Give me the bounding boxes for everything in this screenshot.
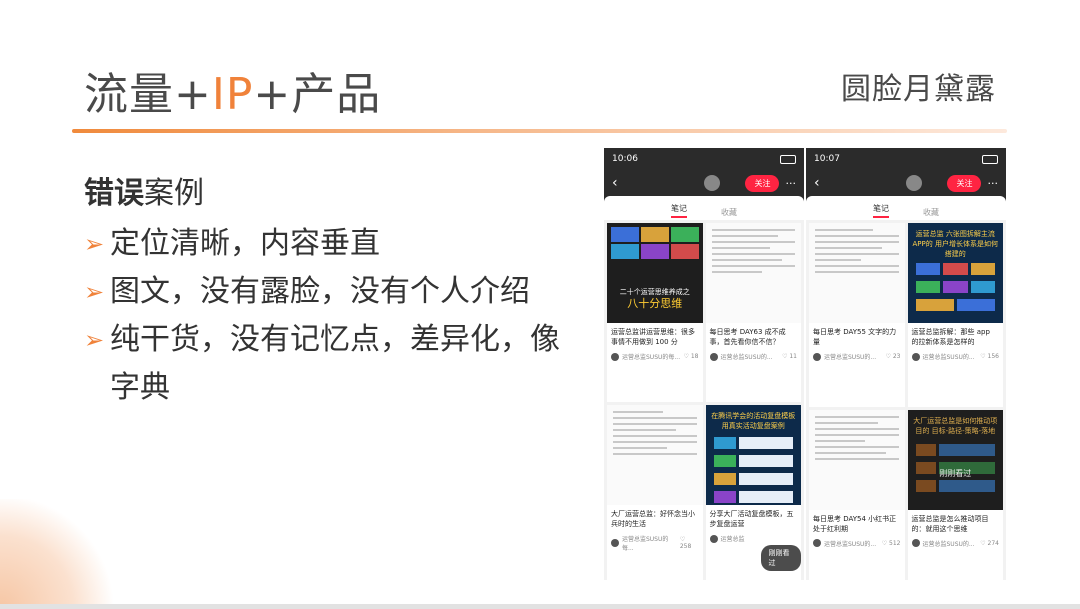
bottom-bar (0, 604, 1080, 609)
tab-notes[interactable]: 笔记 (873, 203, 889, 218)
note-cover (607, 405, 703, 505)
arrow-icon: ➢ (84, 278, 105, 306)
note-card[interactable]: 每日思考 DAY55 文字的力量 运营总监SUSU的... ♡ 23 (809, 223, 905, 407)
avatar (911, 539, 920, 547)
corner-decoration-bottom-left (0, 499, 120, 609)
note-card[interactable]: 每日思考 DAY54 小红书正处于红利期 运营总监SUSU的... ♡ 512 (809, 409, 905, 580)
notes-grid: 二十个运营思维养成之 八十分思维 运营总监讲运营思维：很多事情不用做到 100 … (604, 220, 804, 580)
note-cover (705, 223, 801, 323)
back-icon[interactable]: ‹ (814, 175, 820, 191)
author-name: 圆脸月黛露 (841, 72, 996, 107)
bullet-item: ➢ 图文，没有露脸，没有个人介绍 (84, 268, 574, 316)
title-divider (72, 129, 1007, 133)
phone-screenshot-2: 10:07 ‹ 关注 ··· 笔记 收藏 每日思考 DAY55 文字的力量 运营… (806, 148, 1006, 580)
profile-tabs: 笔记 收藏 (806, 196, 1006, 220)
back-icon[interactable]: ‹ (612, 175, 618, 191)
title-accent: IP (211, 69, 254, 120)
avatar (813, 352, 821, 361)
note-cover: 运营总监 六张图拆解主流APP的 用户增长体系是如何搭建的 (907, 223, 1003, 323)
bullet-list: ➢ 定位清晰，内容垂直 ➢ 图文，没有露脸，没有个人介绍 ➢ 纯干货，没有记忆点，差异… (84, 220, 574, 412)
arrow-icon: ➢ (84, 326, 105, 354)
avatar[interactable] (703, 175, 720, 191)
avatar[interactable] (905, 175, 922, 191)
status-bar: 10:07 (806, 148, 1006, 170)
battery-icon (780, 154, 796, 164)
profile-tabs: 笔记 收藏 (604, 196, 804, 220)
battery-icon (982, 154, 998, 164)
recently-viewed-badge[interactable]: 刚刚看过 (760, 545, 801, 571)
note-cover: 大厂运营总监是如何推动项目的 目标-路径-策略-落地 刚刚看过 (907, 409, 1003, 510)
status-bar: 10:06 (604, 148, 804, 170)
bullet-item: ➢ 纯干货，没有记忆点，差异化，像字典 (84, 316, 574, 412)
avatar (813, 539, 821, 547)
follow-button[interactable]: 关注 (947, 174, 982, 192)
profile-navbar: ‹ 关注 ··· (806, 170, 1006, 196)
note-card[interactable]: 二十个运营思维养成之 八十分思维 运营总监讲运营思维：很多事情不用做到 100 … (607, 223, 703, 402)
more-icon[interactable]: ··· (987, 177, 998, 190)
note-cover (809, 223, 905, 323)
note-card[interactable]: 在腾讯学会的活动复盘模板 用真实活动复盘案例 分享大厂活动复盘模板，五步复盘运营… (705, 405, 801, 580)
tab-notes[interactable]: 笔记 (671, 203, 687, 218)
bullet-item: ➢ 定位清晰，内容垂直 (84, 220, 574, 268)
note-cover: 二十个运营思维养成之 八十分思维 (607, 223, 703, 323)
notes-grid: 每日思考 DAY55 文字的力量 运营总监SUSU的... ♡ 23 运营总监 六… (806, 220, 1006, 580)
note-card[interactable]: 大厂运营总监：好怀念当小兵时的生活 运营总监SUSU的每... ♡ 258 (607, 405, 703, 580)
follow-button[interactable]: 关注 (745, 174, 780, 192)
profile-navbar: ‹ 关注 ··· (604, 170, 804, 196)
recently-viewed-overlay: 刚刚看过 (939, 468, 972, 478)
tab-collections[interactable]: 收藏 (923, 207, 939, 218)
slide-title: 流量+IP+产品 (84, 69, 382, 120)
arrow-icon: ➢ (84, 230, 105, 258)
note-cover: 在腾讯学会的活动复盘模板 用真实活动复盘案例 (705, 405, 801, 505)
avatar (611, 539, 619, 547)
avatar (709, 352, 718, 361)
avatar (611, 352, 619, 361)
phone-screenshot-1: 10:06 ‹ 关注 ··· 笔记 收藏 二十个运营思维养成之 八十分思维 运营… (604, 148, 804, 580)
section-heading: 错误案例 (84, 176, 204, 211)
avatar (911, 352, 920, 361)
tab-collections[interactable]: 收藏 (721, 207, 737, 218)
note-card[interactable]: 每日思考 DAY63 成不成事，首先看你信不信？ 运营总监SUSU的... ♡ 1… (705, 223, 801, 402)
avatar (709, 534, 718, 543)
note-card[interactable]: 运营总监 六张图拆解主流APP的 用户增长体系是如何搭建的 运营总监拆解：那些 … (907, 223, 1003, 407)
more-icon[interactable]: ··· (785, 177, 796, 190)
note-cover (809, 409, 905, 510)
note-card[interactable]: 大厂运营总监是如何推动项目的 目标-路径-策略-落地 刚刚看过 运营总监是怎么推… (907, 409, 1003, 580)
